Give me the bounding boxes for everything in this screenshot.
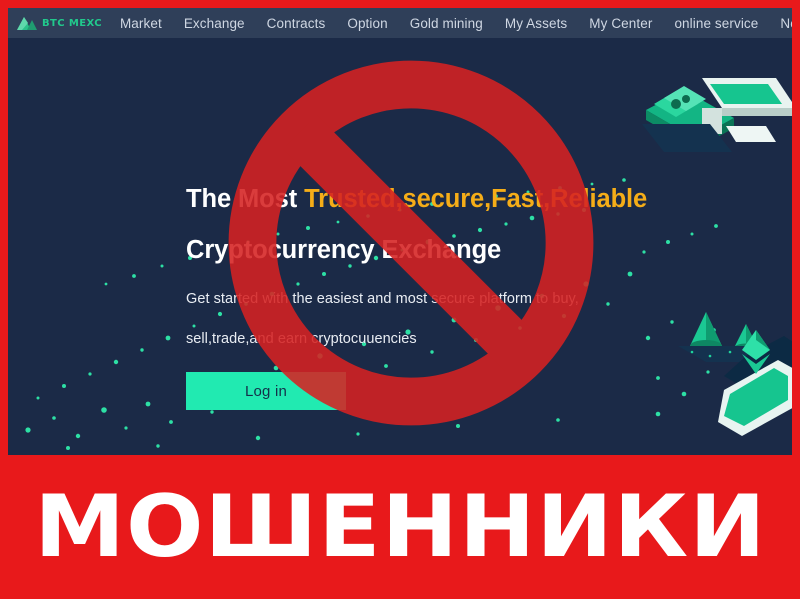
login-button[interactable]: Log in	[186, 372, 346, 410]
frame-border-bottom	[0, 593, 800, 599]
hero-headline-lead: The Most	[186, 185, 305, 213]
nav-item-option[interactable]: Option	[347, 16, 387, 31]
hero-section: The Most Trusted,secure,Fast,Reliable Cr…	[8, 38, 792, 455]
top-navigation-bar: BTC MEXC Market Exchange Contracts Optio…	[8, 8, 792, 38]
frame-border-right	[792, 0, 800, 599]
hero-subtitle-line2: sell,trade,and earn cryptocuuencies	[186, 331, 417, 347]
scam-warning-banner: МОШЕННИКИ	[0, 455, 800, 599]
hero-headline: The Most Trusted,secure,Fast,Reliable	[186, 174, 716, 225]
nav-item-online-service[interactable]: online service	[674, 16, 758, 31]
hero-subtitle-line1: Get started with the easiest and most se…	[186, 291, 579, 307]
nav-item-contracts[interactable]: Contracts	[267, 16, 326, 31]
hero-headline-accent: Trusted,secure,Fast,Reliable	[304, 185, 648, 213]
nav-item-new-currency[interactable]: New currenc	[780, 16, 792, 31]
scam-warning-text: МОШЕННИКИ	[33, 477, 767, 577]
nav-item-my-assets[interactable]: My Assets	[505, 16, 567, 31]
mountain-logo-icon	[17, 17, 37, 30]
hero-headline-line2: Cryptocurrency Exchange	[186, 236, 502, 264]
frame-border-left	[0, 0, 8, 599]
frame-border-top	[0, 0, 800, 8]
nav-item-market[interactable]: Market	[120, 16, 162, 31]
screenshot-root: BTC MEXC Market Exchange Contracts Optio…	[0, 0, 800, 599]
nav-item-exchange[interactable]: Exchange	[184, 16, 245, 31]
nav-item-my-center[interactable]: My Center	[589, 16, 652, 31]
website-capture: BTC MEXC Market Exchange Contracts Optio…	[8, 8, 792, 455]
site-logo[interactable]: BTC MEXC	[16, 15, 102, 31]
nav-item-gold-mining[interactable]: Gold mining	[410, 16, 483, 31]
site-logo-text: BTC MEXC	[42, 17, 102, 29]
hero-copy: The Most Trusted,secure,Fast,Reliable Cr…	[186, 174, 716, 410]
